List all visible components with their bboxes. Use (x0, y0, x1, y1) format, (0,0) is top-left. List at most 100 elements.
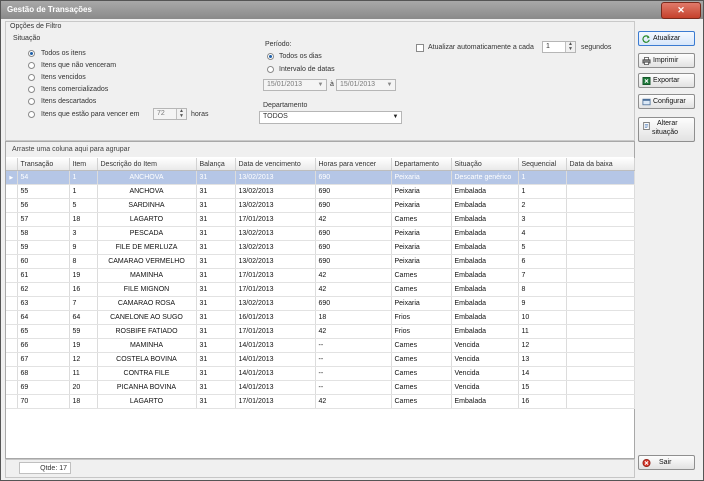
table-cell[interactable]: Carnes (391, 212, 452, 227)
table-cell[interactable]: Embalada (451, 226, 519, 241)
table-cell[interactable]: Carnes (391, 268, 452, 283)
table-row[interactable]: 59 9 FILE DE MERLUZA 31 13/02/2013 690 Peixari… (6, 240, 635, 255)
table-cell[interactable]: 5 (518, 240, 567, 255)
row-indicator[interactable]: ▶ (6, 170, 18, 185)
row-indicator[interactable] (6, 366, 18, 381)
table-cell[interactable] (566, 338, 635, 353)
table-cell[interactable]: 60 (17, 254, 70, 269)
table-cell[interactable]: 1 (69, 184, 98, 199)
sair-button[interactable]: Sair (638, 455, 695, 470)
table-cell[interactable]: 55 (17, 184, 70, 199)
table-row[interactable]: 70 18 LAGARTO 31 17/01/2013 42 Carnes Embalada 1… (6, 394, 635, 409)
exportar-button[interactable]: Exportar (638, 73, 695, 88)
table-cell[interactable]: 13/02/2013 (235, 226, 316, 241)
atualizar-button[interactable]: Atualizar (638, 31, 695, 46)
table-cell[interactable]: PESCADA (97, 226, 197, 241)
table-cell[interactable]: FILE MIGNON (97, 282, 197, 297)
row-indicator[interactable] (6, 394, 18, 409)
table-cell[interactable]: Peixaria (391, 226, 452, 241)
table-cell[interactable]: ROSBIFE FATIADO (97, 324, 197, 339)
table-cell[interactable]: 14 (518, 366, 567, 381)
table-cell[interactable]: 14/01/2013 (235, 380, 316, 395)
table-cell[interactable]: Descarte genérico (451, 170, 519, 185)
table-cell[interactable]: 31 (196, 170, 236, 185)
auto-update-interval-spinner[interactable]: 1 ▲ ▼ (542, 41, 576, 53)
table-cell[interactable]: 31 (196, 240, 236, 255)
column-header[interactable]: Data de vencimento (235, 158, 316, 171)
table-cell[interactable]: Carnes (391, 352, 452, 367)
alterar-situacao-button[interactable]: Alterar situação (638, 117, 695, 142)
table-row[interactable]: 61 19 MAMINHA 31 17/01/2013 42 Carnes Embalada 7 (6, 268, 635, 283)
table-cell[interactable]: 8 (518, 282, 567, 297)
table-cell[interactable]: FILE DE MERLUZA (97, 240, 197, 255)
row-indicator[interactable] (6, 282, 18, 297)
table-cell[interactable]: 31 (196, 324, 236, 339)
table-cell[interactable]: COSTELA BOVINA (97, 352, 197, 367)
table-row[interactable]: 56 5 SARDINHA 31 13/02/2013 690 Peixaria Embala… (6, 198, 635, 213)
table-cell[interactable]: -- (315, 352, 392, 367)
table-cell[interactable] (566, 268, 635, 283)
table-cell[interactable]: 42 (315, 324, 392, 339)
table-cell[interactable] (566, 198, 635, 213)
table-cell[interactable]: 64 (17, 310, 70, 325)
table-cell[interactable]: Carnes (391, 338, 452, 353)
table-cell[interactable]: Vencida (451, 352, 519, 367)
table-cell[interactable] (566, 212, 635, 227)
table-row[interactable]: 64 64 CANELONE AO SUGO 31 16/01/2013 18 Frios E… (6, 310, 635, 325)
table-cell[interactable]: 42 (315, 282, 392, 297)
table-cell[interactable]: 11 (69, 366, 98, 381)
table-cell[interactable]: 31 (196, 296, 236, 311)
situacao-radio-todos[interactable] (28, 50, 35, 57)
table-cell[interactable]: 14/01/2013 (235, 366, 316, 381)
table-cell[interactable]: 1 (518, 184, 567, 199)
table-cell[interactable]: Vencida (451, 338, 519, 353)
table-cell[interactable]: 16 (518, 394, 567, 409)
table-cell[interactable]: CONTRA FILE (97, 366, 197, 381)
row-indicator[interactable] (6, 226, 18, 241)
table-cell[interactable]: Frios (391, 310, 452, 325)
table-cell[interactable]: 19 (69, 338, 98, 353)
table-cell[interactable]: 31 (196, 394, 236, 409)
table-cell[interactable]: 690 (315, 240, 392, 255)
table-cell[interactable]: Embalada (451, 324, 519, 339)
row-indicator[interactable] (6, 380, 18, 395)
table-cell[interactable]: -- (315, 380, 392, 395)
table-cell[interactable]: ANCHOVA (97, 170, 197, 185)
table-cell[interactable]: 12 (518, 338, 567, 353)
table-row[interactable]: 62 16 FILE MIGNON 31 17/01/2013 42 Carnes Embal… (6, 282, 635, 297)
table-row[interactable]: 55 1 ANCHOVA 31 13/02/2013 690 Peixaria Embalad… (6, 184, 635, 199)
table-cell[interactable]: 690 (315, 254, 392, 269)
table-row[interactable]: 69 20 PICANHA BOVINA 31 14/01/2013 -- Carnes Ve… (6, 380, 635, 395)
table-cell[interactable]: 67 (17, 352, 70, 367)
table-cell[interactable]: Embalada (451, 240, 519, 255)
row-indicator[interactable] (6, 268, 18, 283)
table-row[interactable]: 57 18 LAGARTO 31 17/01/2013 42 Carnes Embalada 3 (6, 212, 635, 227)
table-cell[interactable]: 17/01/2013 (235, 268, 316, 283)
row-indicator[interactable] (6, 198, 18, 213)
table-cell[interactable]: 31 (196, 226, 236, 241)
table-row[interactable]: 66 19 MAMINHA 31 14/01/2013 -- Carnes Vencida 12 (6, 338, 635, 353)
table-cell[interactable]: 31 (196, 380, 236, 395)
date-from-picker[interactable]: 15/01/2013 ▼ (263, 79, 327, 91)
table-cell[interactable]: 13/02/2013 (235, 254, 316, 269)
table-cell[interactable]: CANELONE AO SUGO (97, 310, 197, 325)
table-cell[interactable]: 17/01/2013 (235, 394, 316, 409)
table-cell[interactable]: 16 (69, 282, 98, 297)
column-header[interactable]: Data da baixa (566, 158, 635, 171)
table-cell[interactable]: 690 (315, 226, 392, 241)
table-cell[interactable]: 31 (196, 282, 236, 297)
table-cell[interactable]: 690 (315, 184, 392, 199)
table-cell[interactable]: 20 (69, 380, 98, 395)
table-cell[interactable]: 17/01/2013 (235, 212, 316, 227)
table-cell[interactable]: 1 (69, 170, 98, 185)
table-cell[interactable] (566, 282, 635, 297)
column-header[interactable]: Descrição do Item (97, 158, 197, 171)
table-cell[interactable]: Embalada (451, 184, 519, 199)
table-cell[interactable]: 69 (17, 380, 70, 395)
table-cell[interactable] (566, 226, 635, 241)
table-cell[interactable]: Carnes (391, 380, 452, 395)
auto-update-checkbox[interactable] (416, 44, 424, 52)
table-cell[interactable]: 54 (17, 170, 70, 185)
table-cell[interactable]: 56 (17, 198, 70, 213)
table-cell[interactable]: 63 (17, 296, 70, 311)
